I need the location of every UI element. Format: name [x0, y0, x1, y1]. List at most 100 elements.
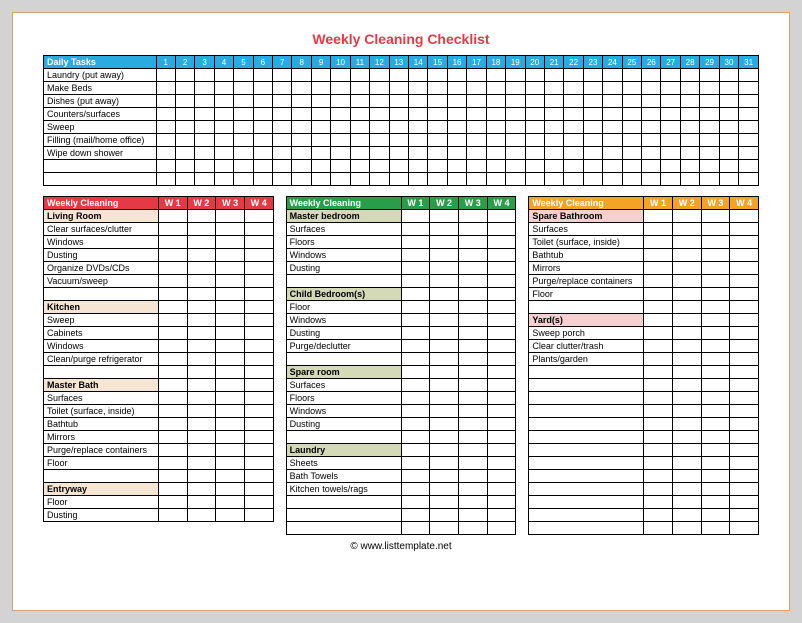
checkbox-cell[interactable]: [187, 340, 216, 353]
checkbox-cell[interactable]: [642, 173, 661, 186]
checkbox-cell[interactable]: [730, 392, 759, 405]
checkbox-cell[interactable]: [216, 444, 245, 457]
checkbox-cell[interactable]: [661, 134, 680, 147]
checkbox-cell[interactable]: [730, 457, 759, 470]
checkbox-cell[interactable]: [467, 147, 486, 160]
checkbox-cell[interactable]: [311, 173, 330, 186]
checkbox-cell[interactable]: [430, 340, 459, 353]
checkbox-cell[interactable]: [430, 236, 459, 249]
checkbox-cell[interactable]: [187, 418, 216, 431]
checkbox-cell[interactable]: [401, 301, 430, 314]
checkbox-cell[interactable]: [195, 108, 214, 121]
checkbox-cell[interactable]: [487, 509, 516, 522]
checkbox-cell[interactable]: [350, 108, 369, 121]
checkbox-cell[interactable]: [253, 69, 272, 82]
checkbox-cell[interactable]: [458, 522, 487, 535]
checkbox-cell[interactable]: [158, 210, 187, 223]
checkbox-cell[interactable]: [430, 249, 459, 262]
checkbox-cell[interactable]: [234, 82, 253, 95]
checkbox-cell[interactable]: [564, 160, 583, 173]
checkbox-cell[interactable]: [370, 147, 389, 160]
checkbox-cell[interactable]: [622, 160, 641, 173]
checkbox-cell[interactable]: [187, 509, 216, 522]
checkbox-cell[interactable]: [701, 522, 730, 535]
checkbox-cell[interactable]: [525, 108, 544, 121]
checkbox-cell[interactable]: [701, 457, 730, 470]
checkbox-cell[interactable]: [701, 275, 730, 288]
checkbox-cell[interactable]: [370, 173, 389, 186]
checkbox-cell[interactable]: [642, 82, 661, 95]
checkbox-cell[interactable]: [458, 288, 487, 301]
checkbox-cell[interactable]: [244, 249, 273, 262]
checkbox-cell[interactable]: [244, 444, 273, 457]
checkbox-cell[interactable]: [672, 366, 701, 379]
checkbox-cell[interactable]: [311, 82, 330, 95]
checkbox-cell[interactable]: [487, 483, 516, 496]
checkbox-cell[interactable]: [458, 236, 487, 249]
checkbox-cell[interactable]: [430, 210, 459, 223]
checkbox-cell[interactable]: [544, 147, 563, 160]
checkbox-cell[interactable]: [187, 457, 216, 470]
checkbox-cell[interactable]: [603, 173, 622, 186]
checkbox-cell[interactable]: [292, 147, 311, 160]
checkbox-cell[interactable]: [214, 160, 233, 173]
checkbox-cell[interactable]: [680, 108, 699, 121]
checkbox-cell[interactable]: [430, 223, 459, 236]
checkbox-cell[interactable]: [216, 353, 245, 366]
checkbox-cell[interactable]: [642, 134, 661, 147]
checkbox-cell[interactable]: [234, 108, 253, 121]
checkbox-cell[interactable]: [409, 134, 428, 147]
checkbox-cell[interactable]: [175, 82, 194, 95]
checkbox-cell[interactable]: [701, 353, 730, 366]
checkbox-cell[interactable]: [216, 223, 245, 236]
checkbox-cell[interactable]: [331, 147, 350, 160]
checkbox-cell[interactable]: [370, 121, 389, 134]
checkbox-cell[interactable]: [730, 314, 759, 327]
checkbox-cell[interactable]: [401, 249, 430, 262]
checkbox-cell[interactable]: [700, 95, 719, 108]
checkbox-cell[interactable]: [564, 134, 583, 147]
checkbox-cell[interactable]: [487, 223, 516, 236]
checkbox-cell[interactable]: [730, 340, 759, 353]
checkbox-cell[interactable]: [447, 82, 466, 95]
checkbox-cell[interactable]: [331, 69, 350, 82]
checkbox-cell[interactable]: [458, 210, 487, 223]
checkbox-cell[interactable]: [739, 134, 759, 147]
checkbox-cell[interactable]: [583, 173, 602, 186]
checkbox-cell[interactable]: [292, 108, 311, 121]
checkbox-cell[interactable]: [244, 418, 273, 431]
checkbox-cell[interactable]: [730, 275, 759, 288]
checkbox-cell[interactable]: [730, 470, 759, 483]
checkbox-cell[interactable]: [401, 327, 430, 340]
checkbox-cell[interactable]: [603, 95, 622, 108]
checkbox-cell[interactable]: [350, 121, 369, 134]
checkbox-cell[interactable]: [672, 314, 701, 327]
checkbox-cell[interactable]: [158, 223, 187, 236]
checkbox-cell[interactable]: [700, 160, 719, 173]
checkbox-cell[interactable]: [661, 121, 680, 134]
checkbox-cell[interactable]: [544, 69, 563, 82]
checkbox-cell[interactable]: [506, 173, 525, 186]
checkbox-cell[interactable]: [428, 134, 447, 147]
checkbox-cell[interactable]: [430, 483, 459, 496]
checkbox-cell[interactable]: [331, 121, 350, 134]
checkbox-cell[interactable]: [273, 108, 292, 121]
checkbox-cell[interactable]: [487, 392, 516, 405]
checkbox-cell[interactable]: [214, 147, 233, 160]
checkbox-cell[interactable]: [730, 418, 759, 431]
checkbox-cell[interactable]: [622, 147, 641, 160]
checkbox-cell[interactable]: [311, 134, 330, 147]
checkbox-cell[interactable]: [370, 108, 389, 121]
checkbox-cell[interactable]: [428, 108, 447, 121]
checkbox-cell[interactable]: [672, 405, 701, 418]
checkbox-cell[interactable]: [622, 108, 641, 121]
checkbox-cell[interactable]: [350, 160, 369, 173]
checkbox-cell[interactable]: [644, 483, 673, 496]
checkbox-cell[interactable]: [311, 69, 330, 82]
checkbox-cell[interactable]: [187, 366, 216, 379]
checkbox-cell[interactable]: [430, 275, 459, 288]
checkbox-cell[interactable]: [700, 82, 719, 95]
checkbox-cell[interactable]: [680, 147, 699, 160]
checkbox-cell[interactable]: [187, 483, 216, 496]
checkbox-cell[interactable]: [428, 69, 447, 82]
